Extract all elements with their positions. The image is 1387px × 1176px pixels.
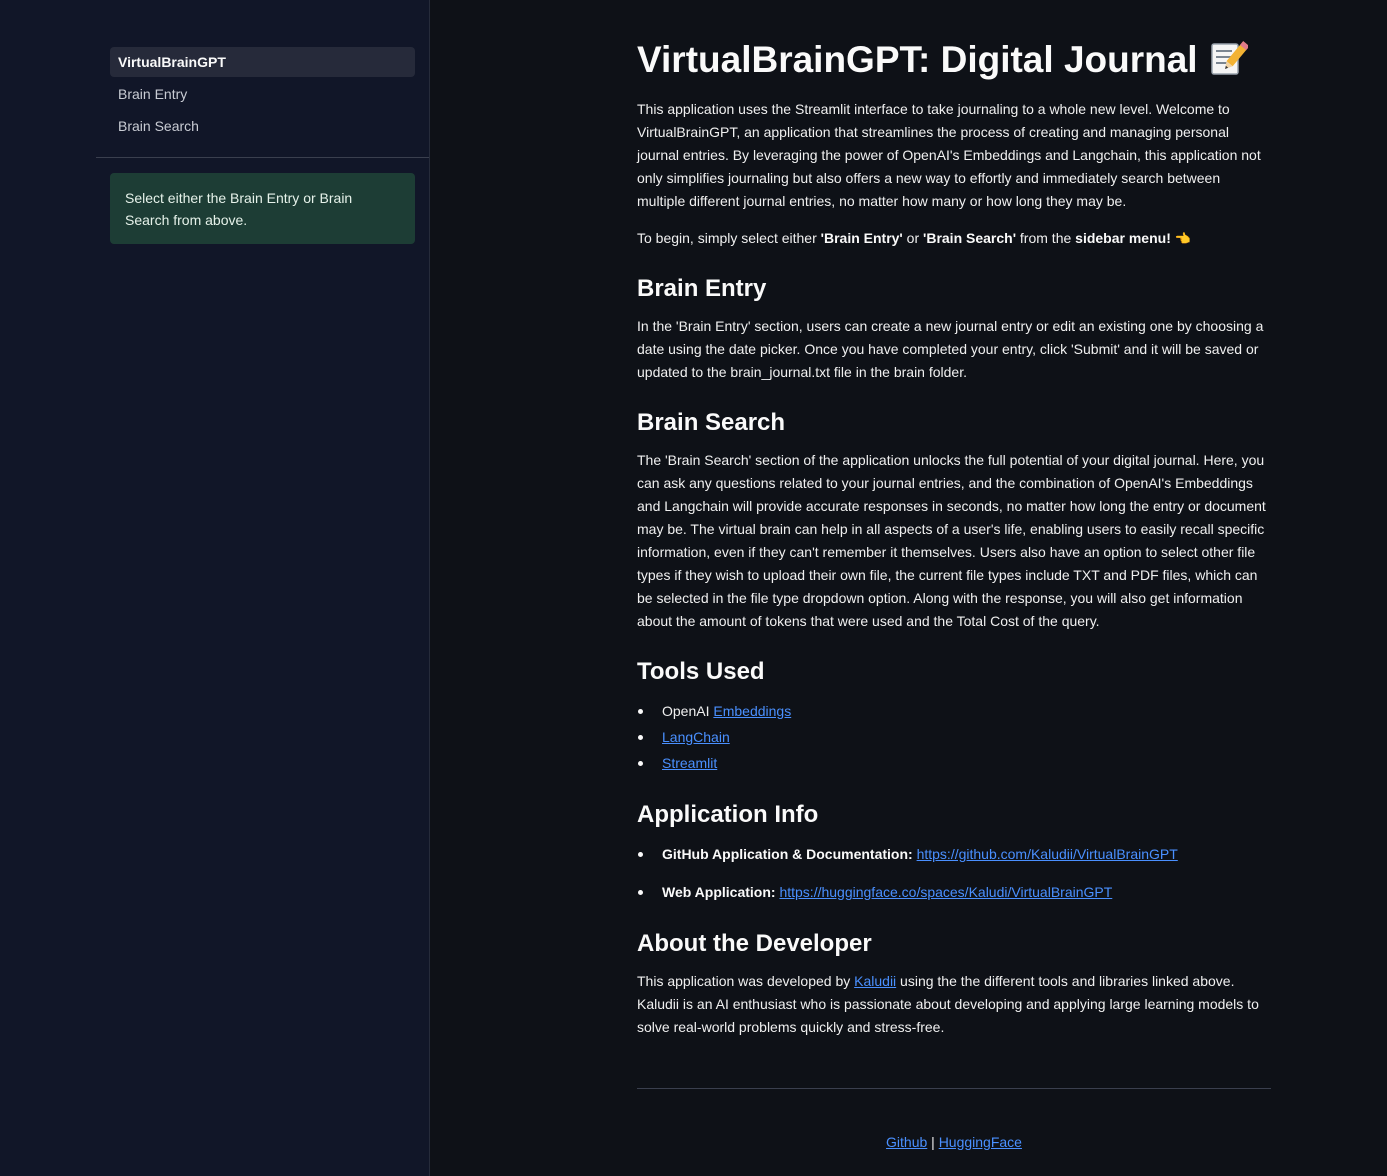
github-app-label: GitHub Application & Documentation: xyxy=(662,846,913,862)
web-app-label: Web Application: xyxy=(662,884,776,900)
brain-search-paragraph: The 'Brain Search' section of the applic… xyxy=(637,452,1266,629)
kaludii-link[interactable]: Kaludii xyxy=(854,973,896,989)
sidebar-item-virtualbraingpt[interactable]: VirtualBrainGPT xyxy=(110,47,415,77)
footer-huggingface-link[interactable]: HuggingFace xyxy=(939,1134,1022,1150)
sidebar-nav: VirtualBrainGPT Brain Entry Brain Search xyxy=(110,47,415,143)
tool-openai-label: OpenAI xyxy=(662,703,714,719)
github-app-link[interactable]: https://github.com/Kaludii/VirtualBrainG… xyxy=(917,846,1178,862)
sidebar-item-brain-search[interactable]: Brain Search xyxy=(110,111,415,141)
list-item: GitHub Application & Documentation: http… xyxy=(637,841,1271,867)
page-title-text: VirtualBrainGPT: Digital Journal xyxy=(637,39,1198,80)
footer-divider xyxy=(637,1088,1271,1089)
begin-from: from the xyxy=(1016,230,1076,246)
brain-entry-paragraph: In the 'Brain Entry' section, users can … xyxy=(637,318,1264,380)
brain-search-heading: Brain Search xyxy=(637,409,786,436)
tools-list: OpenAI Embeddings LangChain Streamlit xyxy=(637,698,1271,776)
footer-separator: | xyxy=(931,1134,935,1150)
app-info-list: GitHub Application & Documentation: http… xyxy=(637,841,1271,905)
streamlit-link[interactable]: Streamlit xyxy=(662,755,717,771)
list-item: LangChain xyxy=(637,724,1271,750)
sidebar: VirtualBrainGPT Brain Entry Brain Search… xyxy=(0,0,430,1176)
about-developer-paragraph: This application was developed by Kaludi… xyxy=(637,970,1271,1039)
list-item: Streamlit xyxy=(637,750,1271,776)
web-app-link[interactable]: https://huggingface.co/spaces/Kaludi/Vir… xyxy=(779,884,1112,900)
begin-or: or xyxy=(902,230,923,246)
app-root: VirtualBrainGPT Brain Entry Brain Search… xyxy=(0,0,1387,1176)
footer-github-link[interactable]: Github xyxy=(886,1134,927,1150)
main-content: VirtualBrainGPT: Digital Journal This ap… xyxy=(430,0,1387,1176)
page-title: VirtualBrainGPT: Digital Journal xyxy=(637,36,1271,84)
list-item: Web Application: https://huggingface.co/… xyxy=(637,879,1271,905)
begin-prefix: To begin, simply select either xyxy=(637,230,821,246)
langchain-link[interactable]: LangChain xyxy=(662,729,730,745)
embeddings-link[interactable]: Embeddings xyxy=(713,703,791,719)
footer: Github | HuggingFace xyxy=(637,1134,1271,1150)
begin-entry-label: 'Brain Entry' xyxy=(820,230,903,246)
brain-entry-heading: Brain Entry xyxy=(637,275,767,302)
content-column: VirtualBrainGPT: Digital Journal This ap… xyxy=(637,36,1271,1053)
list-item: OpenAI Embeddings xyxy=(637,698,1271,724)
about-developer-heading: About the Developer xyxy=(637,930,872,957)
sidebar-item-brain-entry[interactable]: Brain Entry xyxy=(110,79,415,109)
tools-used-heading: Tools Used xyxy=(637,658,765,685)
sidebar-info-message: Select either the Brain Entry or Brain S… xyxy=(110,173,415,244)
developer-prefix: This application was developed by xyxy=(637,973,855,989)
begin-menu-label: sidebar menu! xyxy=(1075,230,1171,246)
begin-paragraph: To begin, simply select either 'Brain En… xyxy=(637,227,1271,250)
memo-pencil-icon xyxy=(1210,41,1248,75)
begin-search-label: 'Brain Search' xyxy=(923,230,1017,246)
application-info-heading: Application Info xyxy=(637,801,819,828)
pointing-left-hand-icon: 👈 xyxy=(1174,231,1192,246)
intro-paragraph: This application uses the Streamlit inte… xyxy=(637,101,1261,209)
sidebar-divider xyxy=(96,157,429,158)
